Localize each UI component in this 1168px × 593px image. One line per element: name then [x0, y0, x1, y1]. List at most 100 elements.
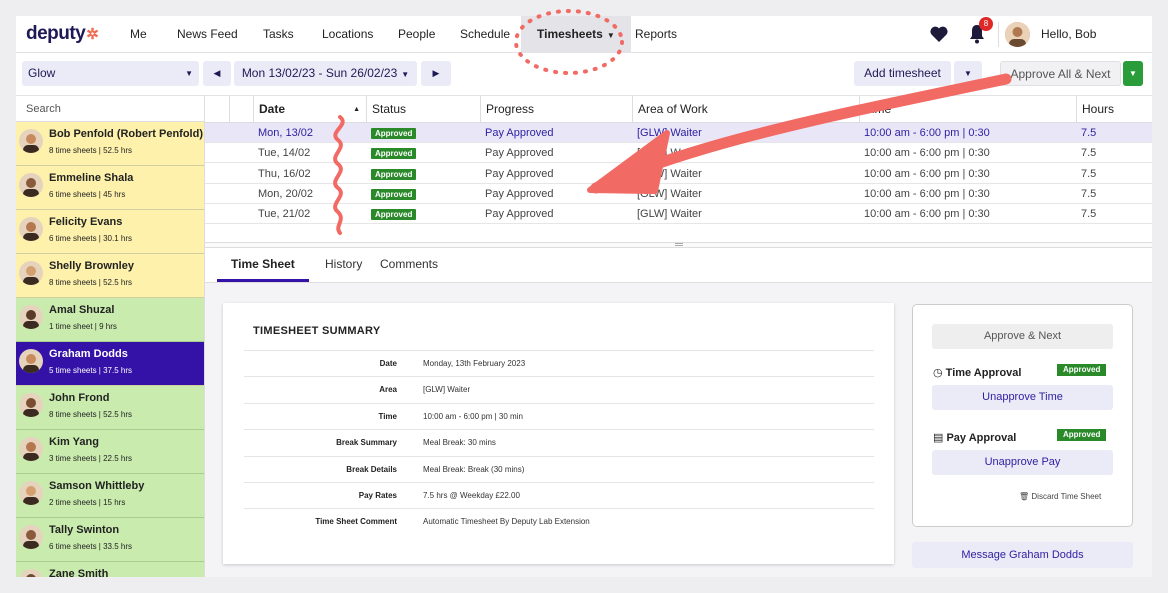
- column-area[interactable]: Area of Work: [632, 96, 859, 123]
- employee-name: Amal Shuzal: [49, 304, 115, 316]
- nav-news-feed[interactable]: News Feed: [177, 16, 238, 53]
- employee-summary: 6 time sheets | 45 hrs: [49, 190, 126, 199]
- nav-me[interactable]: Me: [130, 16, 147, 53]
- avatar: [19, 393, 43, 417]
- cell-progress: Pay Approved: [485, 147, 554, 160]
- chevron-down-icon: ▼: [606, 31, 615, 40]
- detail-panel: TIMESHEET SUMMARY Date Monday, 13th Febru…: [205, 283, 1152, 577]
- add-timesheet-dropdown[interactable]: ▼: [954, 61, 982, 86]
- avatar: [19, 261, 43, 285]
- employee-name: Tally Swinton: [49, 524, 120, 536]
- toolbar: Glow ▼ ◀ Mon 13/02/23 - Sun 26/02/23 ▼ ▶ A…: [16, 53, 1152, 95]
- nav-schedule[interactable]: Schedule: [460, 16, 510, 53]
- column-status[interactable]: Status: [366, 96, 480, 123]
- money-icon: ▤: [933, 432, 944, 444]
- employee-item[interactable]: Emmeline Shala 6 time sheets | 45 hrs: [16, 166, 204, 210]
- employee-item[interactable]: Kim Yang 3 time sheets | 22.5 hrs: [16, 430, 204, 474]
- prev-period-button[interactable]: ◀: [203, 61, 231, 86]
- summary-row: Pay Rates 7.5 hrs @ Weekday £22.00: [244, 482, 874, 508]
- location-select[interactable]: Glow ▼: [22, 61, 199, 86]
- sort-asc-icon: ▲: [353, 106, 360, 113]
- flag-column: [229, 96, 253, 123]
- summary-row: Time 10:00 am - 6:00 pm | 30 min: [244, 402, 874, 429]
- select-all-column[interactable]: [205, 96, 229, 123]
- table-row[interactable]: Mon, 13/02 Approved Pay Approved [GLW] Wait…: [205, 123, 1152, 143]
- heart-icon[interactable]: [929, 24, 949, 44]
- nav-tasks[interactable]: Tasks: [263, 16, 294, 53]
- chevron-down-icon: ▼: [964, 69, 972, 78]
- divider: [998, 22, 999, 47]
- employee-item[interactable]: Bob Penfold (Robert Penfold) 8 time sheet…: [16, 122, 204, 166]
- approve-all-dropdown[interactable]: ▼: [1123, 61, 1143, 86]
- avatar[interactable]: [1005, 22, 1030, 47]
- column-progress[interactable]: Progress: [480, 96, 632, 123]
- employee-name: Samson Whittleby: [49, 480, 145, 492]
- avatar: [19, 525, 43, 549]
- cell-hours: 7.5: [1081, 208, 1097, 221]
- employee-name: Kim Yang: [49, 436, 99, 448]
- tab-comments[interactable]: Comments: [380, 248, 438, 282]
- employee-name: Bob Penfold (Robert Penfold): [49, 128, 203, 140]
- add-timesheet-button[interactable]: Add timesheet: [854, 61, 951, 86]
- summary-value: 10:00 am - 6:00 pm | 30 min: [423, 411, 523, 421]
- deputy-logo[interactable]: deputy✲: [26, 23, 99, 45]
- column-time[interactable]: Time: [859, 96, 1076, 123]
- cell-area: [GLW] Waiter: [637, 127, 702, 139]
- detail-tabs: Time Sheet History Comments: [205, 248, 1152, 283]
- cell-area: [GLW] Waiter: [637, 167, 702, 180]
- nav-people[interactable]: People: [398, 16, 435, 53]
- discard-timesheet-link[interactable]: 🗑 Discard Time Sheet: [1019, 492, 1101, 501]
- cell-progress: Pay Approved: [485, 167, 554, 180]
- approve-all-next-button[interactable]: Approve All & Next: [1000, 61, 1121, 86]
- summary-row: Area [GLW] Waiter: [244, 376, 874, 402]
- employee-item[interactable]: Graham Dodds 5 time sheets | 37.5 hrs: [16, 342, 204, 386]
- employee-item[interactable]: Tally Swinton 6 time sheets | 33.5 hrs: [16, 518, 204, 562]
- column-hours[interactable]: Hours: [1076, 96, 1152, 123]
- date-range-select[interactable]: Mon 13/02/23 - Sun 26/02/23 ▼: [234, 61, 417, 86]
- user-menu[interactable]: Hello, Bob Penfold▼: [1041, 16, 1152, 78]
- employee-item[interactable]: Zane Smith: [16, 562, 204, 577]
- next-period-button[interactable]: ▶: [421, 61, 451, 86]
- cell-date: Tue, 21/02: [258, 208, 311, 221]
- summary-label: Time: [378, 411, 397, 421]
- app-window: deputy✲ Me News Feed Tasks Locations Peo…: [16, 16, 1152, 577]
- tab-history[interactable]: History: [325, 248, 362, 282]
- employee-item[interactable]: Shelly Brownley 8 time sheets | 52.5 hrs: [16, 254, 204, 298]
- avatar: [19, 129, 43, 153]
- employee-item[interactable]: Samson Whittleby 2 time sheets | 15 hrs: [16, 474, 204, 518]
- unapprove-time-button[interactable]: Unapprove Time: [932, 385, 1113, 410]
- avatar: [19, 305, 43, 329]
- employee-name: John Frond: [49, 392, 110, 404]
- cell-time: 10:00 am - 6:00 pm | 0:30: [864, 167, 990, 180]
- status-badge: Approved: [371, 188, 417, 200]
- employee-item[interactable]: Felicity Evans 6 time sheets | 30.1 hrs: [16, 210, 204, 254]
- unapprove-pay-button[interactable]: Unapprove Pay: [932, 450, 1113, 475]
- table-row[interactable]: Thu, 16/02 Approved Pay Approved [GLW] Wait…: [205, 164, 1152, 184]
- table-row[interactable]: Mon, 20/02 Approved Pay Approved [GLW] Wait…: [205, 184, 1152, 204]
- table-row[interactable]: Tue, 14/02 Approved Pay Approved [GLW] Wait…: [205, 143, 1152, 164]
- column-date[interactable]: Date ▲: [253, 96, 366, 123]
- employee-summary: 8 time sheets | 52.5 hrs: [49, 278, 133, 287]
- search-input[interactable]: Search: [16, 95, 204, 122]
- nav-reports[interactable]: Reports: [635, 16, 677, 53]
- employee-summary: 6 time sheets | 33.5 hrs: [49, 542, 133, 551]
- cell-time: 10:00 am - 6:00 pm | 0:30: [864, 208, 990, 221]
- table-row[interactable]: Tue, 21/02 Approved Pay Approved [GLW] Wait…: [205, 204, 1152, 225]
- cell-progress: Pay Approved: [485, 127, 554, 139]
- avatar: [19, 173, 43, 197]
- message-employee-button[interactable]: Message Graham Dodds: [912, 542, 1133, 568]
- nav-locations[interactable]: Locations: [322, 16, 373, 53]
- employee-summary: 1 time sheet | 9 hrs: [49, 322, 117, 331]
- employee-name: Graham Dodds: [49, 348, 128, 360]
- nav-timesheets[interactable]: Timesheets ▼: [521, 16, 631, 53]
- employee-item[interactable]: John Frond 8 time sheets | 52.5 hrs: [16, 386, 204, 430]
- avatar: [19, 349, 43, 373]
- chevron-down-icon: ▼: [185, 69, 193, 78]
- cell-progress: Pay Approved: [485, 208, 554, 221]
- summary-row: Time Sheet Comment Automatic Timesheet By…: [244, 508, 874, 534]
- employee-name: Zane Smith: [49, 568, 109, 577]
- employee-item[interactable]: Amal Shuzal 1 time sheet | 9 hrs: [16, 298, 204, 342]
- tab-time-sheet[interactable]: Time Sheet: [217, 248, 309, 282]
- summary-value: 7.5 hrs @ Weekday £22.00: [423, 491, 520, 500]
- approve-next-button[interactable]: Approve & Next: [932, 324, 1113, 349]
